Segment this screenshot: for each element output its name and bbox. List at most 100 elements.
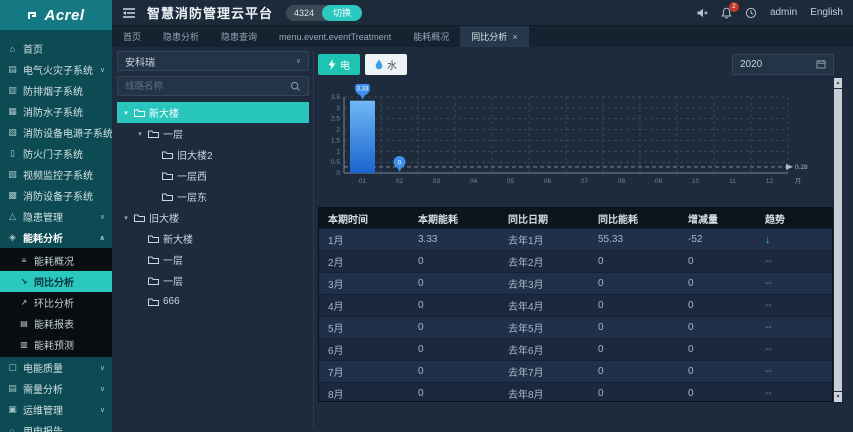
tree-node-2[interactable]: 旧大楼2: [117, 144, 309, 165]
folder-icon: [148, 255, 159, 264]
svg-text:1: 1: [336, 148, 340, 155]
column-header: 同比能耗: [598, 214, 638, 226]
tree-node-3[interactable]: 一层西: [117, 165, 309, 186]
clock-icon[interactable]: [745, 7, 757, 19]
sidebar-item-hazard-mgmt[interactable]: △ 隐患管理 ∨: [0, 206, 112, 227]
cell-period: 8月: [328, 390, 344, 401]
tab-yoy-analysis[interactable]: 同比分析 ×: [460, 26, 529, 47]
table-row[interactable]: 8月 0 去年8月 0 0 --: [319, 382, 832, 401]
chevron-down-icon: ∨: [99, 364, 105, 372]
vertical-scrollbar[interactable]: ▲ ▼: [834, 78, 842, 402]
table-row[interactable]: 6月 0 去年6月 0 0 --: [319, 338, 832, 360]
trend-none-text: --: [765, 344, 772, 355]
cell-delta: 0: [688, 300, 694, 311]
cell-yoy-date: 去年8月: [508, 390, 544, 401]
scroll-down-arrow[interactable]: ▼: [834, 392, 842, 402]
brand-logo: Acrel: [0, 0, 112, 30]
close-tab-icon[interactable]: ×: [512, 32, 517, 42]
submenu-item-mom-analysis[interactable]: ↗ 环比分析: [0, 292, 112, 313]
sidebar-item-electricity-report[interactable]: ○ 用电报告: [0, 420, 112, 432]
sidebar-item-home[interactable]: ⌂ 首页: [0, 38, 112, 59]
svg-text:2: 2: [336, 127, 340, 134]
folder-icon: [148, 297, 159, 306]
submenu-item-energy-overview[interactable]: ≡ 能耗概况: [0, 250, 112, 271]
svg-text:3.5: 3.5: [331, 94, 340, 101]
folder-icon: [148, 129, 159, 138]
tree-node-label: 一层: [163, 277, 183, 288]
tree-node-6[interactable]: 新大楼: [117, 228, 309, 249]
tree-node-8[interactable]: 一层: [117, 270, 309, 291]
sidebar-item-smoke-control[interactable]: ▥ 防排烟子系统: [0, 80, 112, 101]
speaker-icon[interactable]: [696, 7, 708, 19]
sidebar-item-video-monitor[interactable]: ▨ 视频监控子系统: [0, 164, 112, 185]
sidebar-item-label: 电能质量: [23, 364, 63, 375]
sidebar-item-power-quality[interactable]: ▢ 电能质量 ∨: [0, 357, 112, 378]
app-title: 智慧消防管理云平台: [147, 6, 274, 21]
sidebar-item-fire-equip-power[interactable]: ▧ 消防设备电源子系统: [0, 122, 112, 143]
table-row[interactable]: 3月 0 去年3月 0 0 --: [319, 272, 832, 294]
tree-node-1[interactable]: ▾ 一层: [117, 123, 309, 144]
collapse-menu-icon[interactable]: [122, 7, 136, 19]
language-switch[interactable]: English: [810, 7, 843, 18]
scroll-up-arrow[interactable]: ▲: [834, 78, 842, 88]
cell-trend: ↓: [756, 234, 832, 246]
electric-tab-button[interactable]: 电: [318, 53, 360, 75]
tab-event-treatment[interactable]: menu.event.eventTreatment: [268, 26, 402, 47]
year-picker[interactable]: 2020: [732, 53, 834, 75]
folder-icon: [162, 192, 173, 201]
expand-arrow-icon[interactable]: ▾: [136, 130, 144, 138]
tab-hazard-query[interactable]: 隐患查询: [210, 26, 268, 47]
tree-node-9[interactable]: 666: [117, 291, 309, 312]
door-icon: ▯: [10, 148, 15, 158]
notification-badge: 2: [728, 1, 739, 12]
sidebar-item-fire-equipment[interactable]: ▩ 消防设备子系统: [0, 185, 112, 206]
tree-node-0[interactable]: ▾ 新大楼: [117, 102, 309, 123]
sidebar-item-maintenance[interactable]: ▣ 运维管理 ∨: [0, 399, 112, 420]
submenu-item-energy-report[interactable]: ▤ 能耗报表: [0, 313, 112, 334]
table-row[interactable]: 1月 3.33 去年1月 55.33 -52 ↓: [319, 228, 832, 250]
tree-node-4[interactable]: 一层东: [117, 186, 309, 207]
tab-energy-overview[interactable]: 能耗概况: [402, 26, 460, 47]
svg-text:0.28: 0.28: [795, 164, 808, 171]
sidebar-item-fire-door[interactable]: ▯ 防火门子系统: [0, 143, 112, 164]
expand-arrow-icon[interactable]: ▾: [122, 214, 130, 222]
user-name[interactable]: admin: [770, 7, 797, 18]
project-select-value: 安科瑞: [125, 57, 155, 69]
brand-name: Acrel: [44, 6, 85, 24]
expand-arrow-icon[interactable]: ▾: [122, 109, 130, 117]
tree-node-7[interactable]: 一层: [117, 249, 309, 270]
electric-icon: ▤: [8, 64, 17, 74]
svg-text:0: 0: [336, 170, 340, 177]
table-row[interactable]: 2月 0 去年2月 0 0 --: [319, 250, 832, 272]
tab-hazard-analysis[interactable]: 隐患分析: [152, 26, 210, 47]
cell-trend: --: [756, 366, 832, 377]
svg-text:09: 09: [655, 178, 663, 185]
bars[interactable]: [350, 100, 375, 173]
sidebar-item-energy-analysis[interactable]: ◈ 能耗分析 ∧: [0, 227, 112, 248]
scrollbar-thumb[interactable]: [834, 89, 842, 391]
search-icon[interactable]: [290, 81, 301, 92]
table-row[interactable]: 5月 0 去年5月 0 0 --: [319, 316, 832, 338]
svg-text:2.5: 2.5: [331, 116, 340, 123]
sidebar-item-demand-analysis[interactable]: ▤ 需量分析 ∨: [0, 378, 112, 399]
table-row[interactable]: 7月 0 去年7月 0 0 --: [319, 360, 832, 382]
sidebar-item-electrical-fire[interactable]: ▤ 电气火灾子系统 ∨: [0, 59, 112, 80]
sidebar-item-label: 运维管理: [23, 406, 63, 417]
tab-home[interactable]: 首页: [112, 26, 152, 47]
sidebar-item-label: 消防设备子系统: [23, 192, 93, 203]
water-tab-button[interactable]: 水: [365, 53, 407, 75]
tree-node-label: 一层: [163, 130, 183, 141]
top-bar: 智慧消防管理云平台 4324 切换 2 admin English: [112, 0, 853, 26]
tree-node-5[interactable]: ▾ 旧大楼: [117, 207, 309, 228]
folder-icon: [134, 213, 145, 222]
table-row[interactable]: 4月 0 去年4月 0 0 --: [319, 294, 832, 316]
bell-icon[interactable]: 2: [721, 1, 739, 19]
tab-label: 首页: [123, 32, 142, 42]
submenu-item-energy-forecast[interactable]: ▥ 能耗预测: [0, 334, 112, 355]
project-select[interactable]: 安科瑞 ∨: [117, 51, 309, 71]
search-input[interactable]: [125, 80, 286, 92]
sidebar-item-fire-water[interactable]: ▦ 消防水子系统: [0, 101, 112, 122]
submenu-item-yoy-analysis[interactable]: ↘ 同比分析: [0, 271, 112, 292]
switch-button[interactable]: 切换: [322, 4, 363, 21]
folder-icon: [162, 150, 173, 159]
